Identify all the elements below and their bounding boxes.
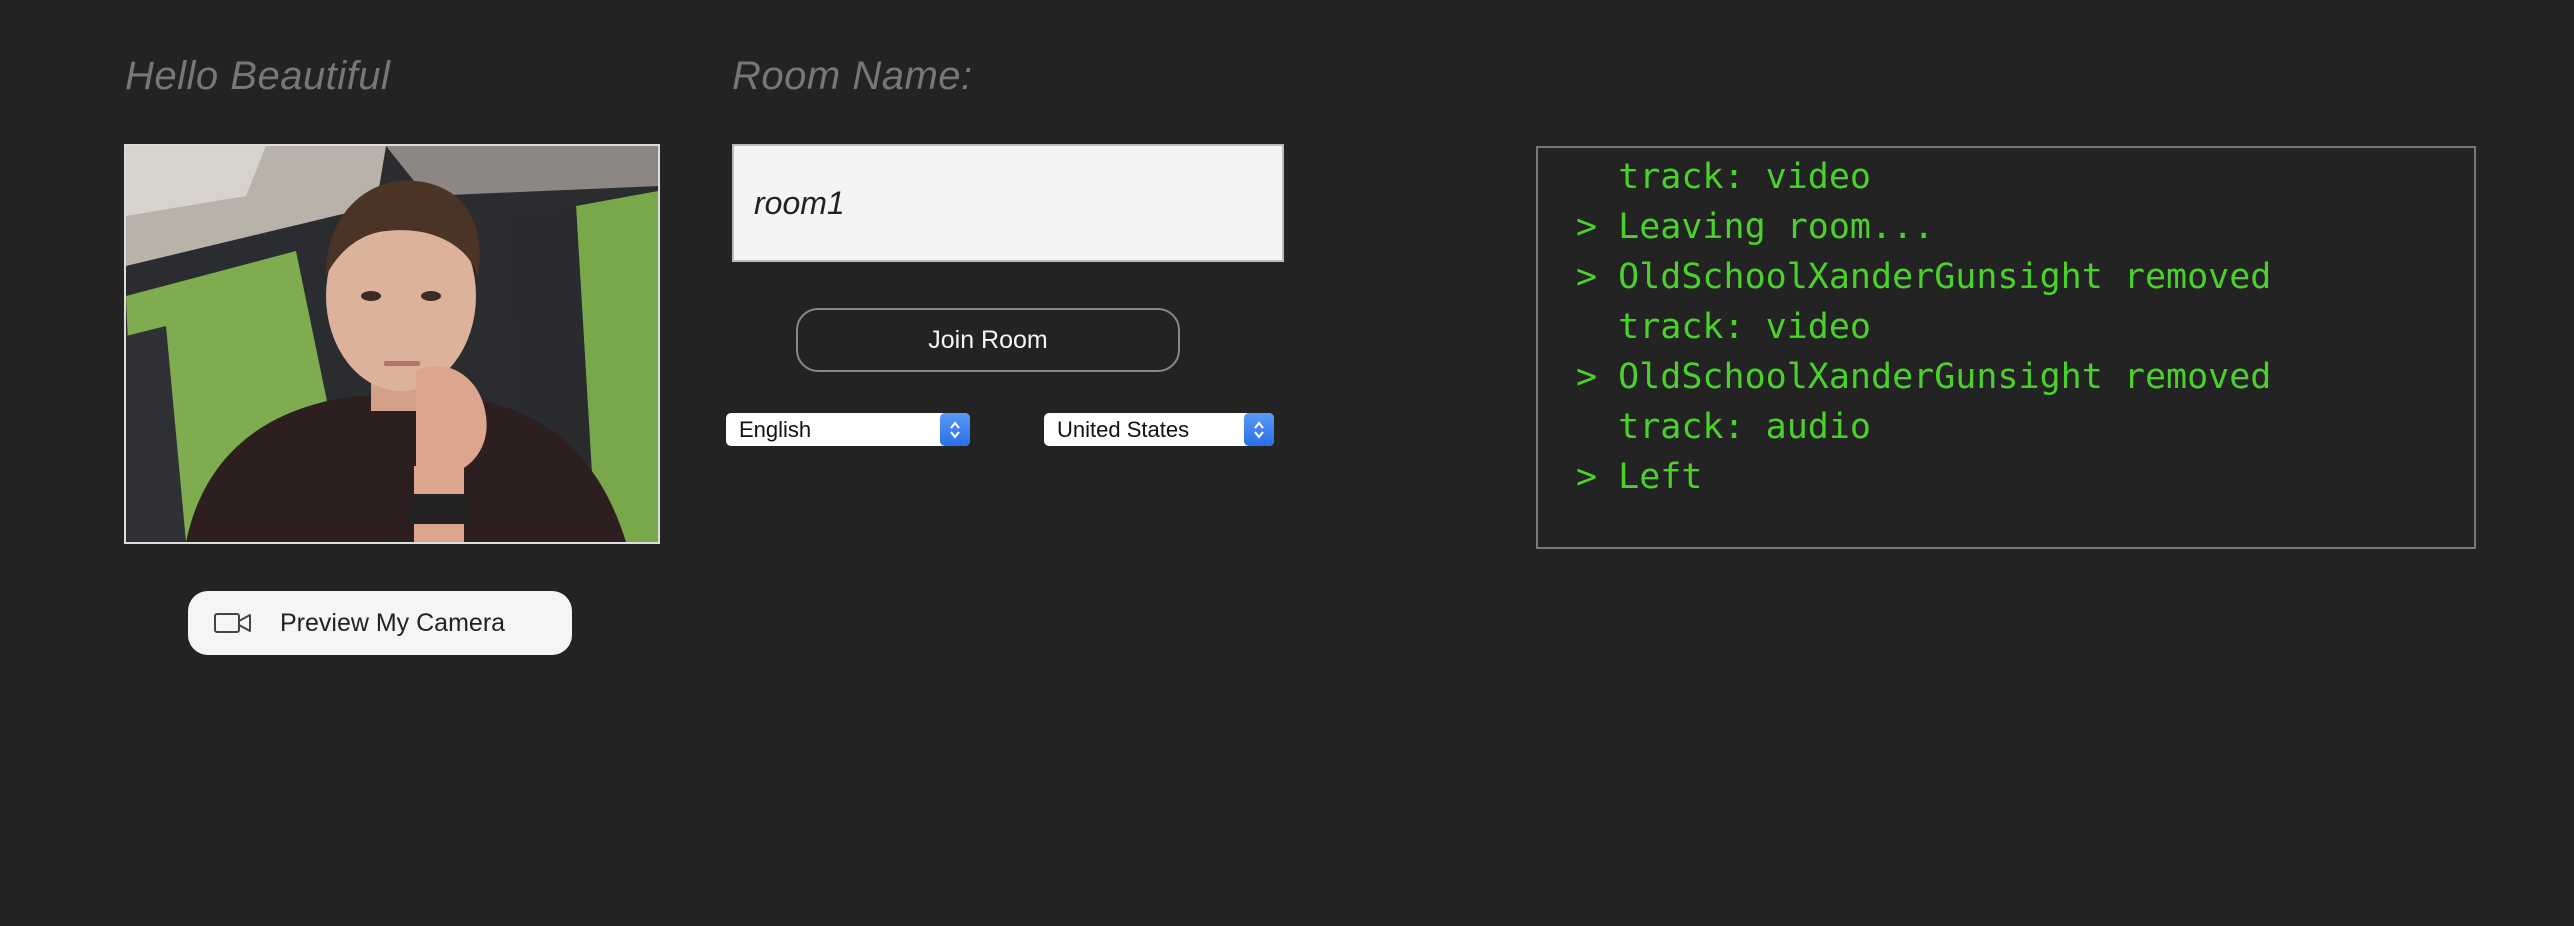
updown-chevron-icon [940, 413, 970, 446]
region-select-value: United States [1057, 416, 1190, 442]
log-line: > OldSchoolXanderGunsight removed [1576, 357, 2272, 397]
video-camera-icon [214, 612, 252, 634]
region-select[interactable]: United States [1044, 413, 1274, 446]
camera-preview [124, 144, 660, 544]
greeting-heading: Hello Beautiful [125, 54, 391, 98]
preview-camera-label: Preview My Camera [280, 608, 506, 637]
log-line: > OldSchoolXanderGunsight removed [1576, 257, 2272, 297]
camera-preview-image [126, 146, 658, 542]
room-name-input[interactable] [732, 144, 1284, 262]
log-line: track: video [1576, 307, 1872, 347]
preview-camera-button[interactable]: Preview My Camera [188, 591, 572, 655]
log-line: > Leaving room... [1576, 207, 1935, 247]
updown-chevron-icon [1244, 413, 1274, 446]
activity-log[interactable]: track: video > Leaving room... > OldScho… [1536, 146, 2476, 549]
language-select[interactable]: English [726, 413, 970, 446]
log-line: > Left [1576, 457, 1703, 497]
language-select-value: English [739, 416, 812, 442]
page: Hello Beautiful Room Name: Preview My Ca… [0, 0, 2574, 926]
log-line: track: audio [1576, 407, 1872, 447]
join-room-button[interactable]: Join Room [796, 308, 1180, 372]
log-line: track: video [1576, 157, 1872, 197]
room-name-label: Room Name: [732, 54, 973, 98]
